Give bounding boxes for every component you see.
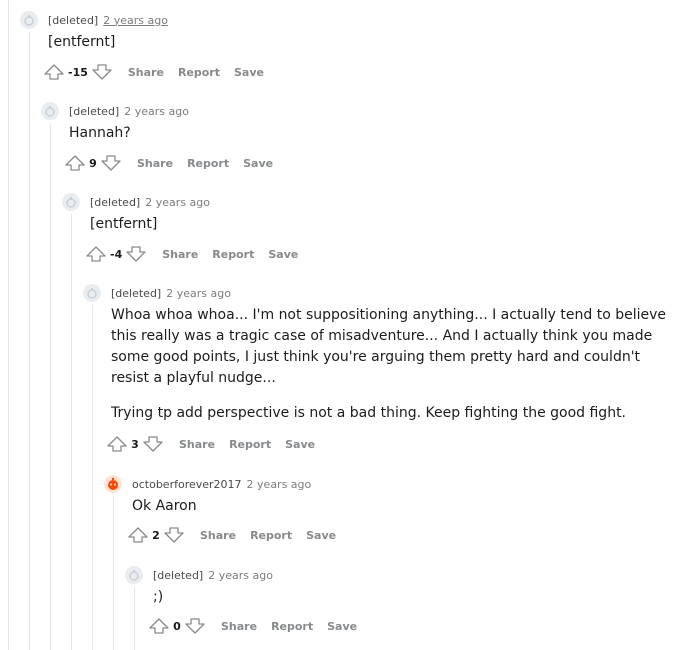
snoo-avatar-icon[interactable] [125, 566, 143, 584]
comment-text: Ok Aaron [132, 498, 197, 514]
comment-text: ;) [153, 589, 164, 605]
comment-timestamp[interactable]: 2 years ago [145, 196, 210, 209]
downvote-arrow-icon[interactable] [141, 432, 165, 456]
comment-author[interactable]: [deleted] [48, 14, 98, 27]
comment-text: Whoa whoa whoa... I'm not suppositioning… [111, 307, 667, 386]
comment-author[interactable]: [deleted] [111, 287, 161, 300]
comment-author[interactable]: [deleted] [69, 105, 119, 118]
downvote-arrow-icon[interactable] [162, 523, 186, 547]
upvote-arrow-icon[interactable] [42, 60, 66, 84]
upvote-arrow-icon[interactable] [63, 151, 87, 175]
save-button[interactable]: Save [306, 529, 336, 542]
vote-score: 2 [152, 528, 160, 542]
snoo-avatar-icon[interactable] [62, 193, 80, 211]
thread-line[interactable] [134, 587, 135, 650]
report-button[interactable]: Report [212, 248, 254, 261]
thread-line[interactable] [50, 123, 51, 650]
comment-body: Ok Aaron [132, 496, 662, 517]
comment-body: ;) [153, 587, 663, 608]
comment-timestamp[interactable]: 2 years ago [124, 105, 189, 118]
share-button[interactable]: Share [137, 157, 173, 170]
comment-text: Hannah? [69, 125, 131, 141]
comment-body: Hannah? [69, 123, 659, 144]
downvote-arrow-icon[interactable] [183, 614, 207, 638]
report-button[interactable]: Report [187, 157, 229, 170]
snoo-avatar-icon[interactable] [20, 11, 38, 29]
save-button[interactable]: Save [327, 620, 357, 633]
comment-body: [entfernt] [48, 32, 658, 53]
comment-timestamp[interactable]: 2 years ago [166, 287, 231, 300]
thread-line[interactable] [113, 496, 114, 650]
comment-author[interactable]: octoberforever2017 [132, 478, 242, 491]
snoo-avatar-icon[interactable] [41, 102, 59, 120]
snoo-orange-avatar-icon[interactable] [104, 475, 122, 493]
vote-score: 9 [89, 156, 97, 170]
save-button[interactable]: Save [268, 248, 298, 261]
vote-score: 0 [173, 619, 181, 633]
share-button[interactable]: Share [162, 248, 198, 261]
comment-timestamp[interactable]: 2 years ago [247, 478, 312, 491]
report-button[interactable]: Report [178, 66, 220, 79]
report-button[interactable]: Report [271, 620, 313, 633]
report-button[interactable]: Report [229, 438, 271, 451]
comment-author[interactable]: [deleted] [90, 196, 140, 209]
upvote-arrow-icon[interactable] [84, 242, 108, 266]
share-button[interactable]: Share [128, 66, 164, 79]
thread-line[interactable] [92, 305, 93, 650]
comment-author[interactable]: [deleted] [153, 569, 203, 582]
comment-timestamp[interactable]: 2 years ago [103, 14, 168, 27]
comment-text: [entfernt] [90, 216, 158, 232]
vote-score: -4 [110, 247, 123, 261]
vote-score: -15 [68, 65, 88, 79]
save-button[interactable]: Save [243, 157, 273, 170]
share-button[interactable]: Share [221, 620, 257, 633]
snoo-avatar-icon[interactable] [83, 284, 101, 302]
upvote-arrow-icon[interactable] [105, 432, 129, 456]
thread-line[interactable] [71, 214, 72, 650]
downvote-arrow-icon[interactable] [99, 151, 123, 175]
comment-body: Whoa whoa whoa... I'm not suppositioning… [111, 305, 671, 424]
thread-line[interactable] [8, 0, 9, 650]
report-button[interactable]: Report [250, 529, 292, 542]
downvote-arrow-icon[interactable] [124, 242, 148, 266]
comment-body: [entfernt] [90, 214, 660, 235]
upvote-arrow-icon[interactable] [126, 523, 150, 547]
comment-timestamp[interactable]: 2 years ago [208, 569, 273, 582]
share-button[interactable]: Share [179, 438, 215, 451]
downvote-arrow-icon[interactable] [90, 60, 114, 84]
comment-text: [entfernt] [48, 34, 116, 50]
thread-line[interactable] [29, 32, 30, 650]
comment-text: Trying tp add perspective is not a bad t… [111, 405, 627, 421]
share-button[interactable]: Share [200, 529, 236, 542]
upvote-arrow-icon[interactable] [147, 614, 171, 638]
vote-score: 3 [131, 437, 139, 451]
save-button[interactable]: Save [234, 66, 264, 79]
save-button[interactable]: Save [285, 438, 315, 451]
